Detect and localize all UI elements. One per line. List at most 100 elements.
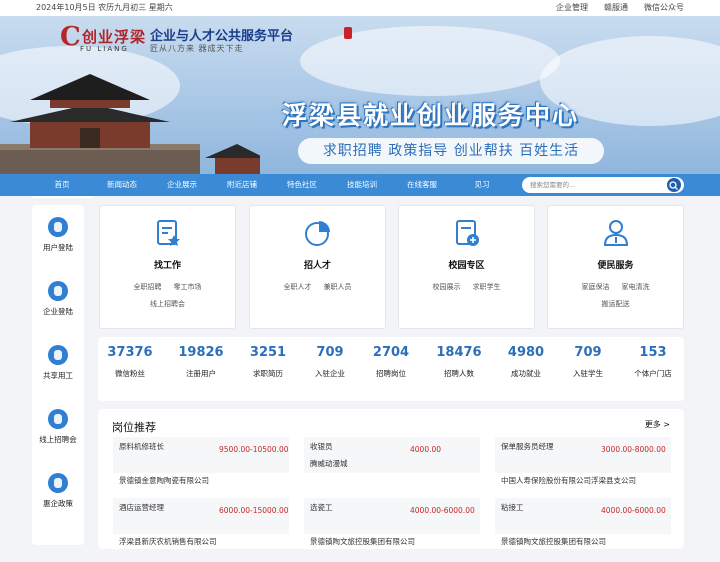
link-moving[interactable]: 搬运配送 [602, 300, 630, 308]
more-link[interactable]: 更多 > [645, 419, 670, 430]
stat-number: 709 [574, 345, 602, 360]
link-gig-market[interactable]: 零工市场 [174, 283, 202, 291]
stat-number: 19826 [178, 345, 224, 360]
stat-number: 18476 [436, 345, 482, 360]
sidebar-label: 惠企政策 [43, 499, 73, 508]
job-title: 原料机修班长 [119, 442, 164, 451]
job-card[interactable]: 酒店运营经理 6000.00-15000.00 浮梁县新庆农机销售有限公司 [113, 498, 289, 562]
logo-mark: C [60, 22, 81, 52]
job-company: 景德镇陶文旅控股集团有限公司 [501, 537, 606, 546]
logo-name: 创业浮梁 [82, 28, 147, 46]
card-hire-talent[interactable]: 招人才 全职人才 兼职人员 [249, 205, 386, 329]
sidebar-item-user-login[interactable]: 用户登陆 [32, 217, 84, 253]
stat-label: 微信粉丝 [115, 369, 145, 378]
link-parttime[interactable]: 兼职人员 [324, 283, 352, 291]
main-nav: 首页 新闻动态 企业展示 附近店铺 特色社区 技能培训 在线客服 见习 搜索您需… [0, 174, 720, 198]
stat-item: 37376 微信粉丝 [100, 345, 160, 379]
date-text: 2024年10月5日 农历九月初三 星期六 [36, 3, 173, 12]
nav-customer-service[interactable]: 在线客服 [392, 174, 452, 198]
nav-companies[interactable]: 企业展示 [152, 174, 212, 198]
stat-label: 求职简历 [253, 369, 283, 378]
top-link-ganfutong[interactable]: 赣服通 [604, 0, 628, 16]
stat-item: 4980 成功就业 [496, 345, 556, 379]
card-find-job[interactable]: 找工作 全职招聘 零工市场线上招聘会 [99, 205, 236, 329]
center-title: 浮梁县就业创业服务中心 [282, 101, 580, 130]
sidebar-item-policies[interactable]: 惠企政策 [32, 473, 84, 509]
top-links: 企业管理 赣服通 微信公众号 [556, 0, 684, 16]
sidebar-item-online-fair[interactable]: 线上招聘会 [32, 409, 84, 445]
job-company: 景德镇金意陶陶瓷有限公司 [119, 476, 209, 485]
job-title: 粘接工 [501, 503, 524, 512]
stat-number: 3251 [249, 345, 287, 360]
job-salary: 4000.00-6000.00 [410, 506, 475, 515]
stat-label: 招聘人数 [444, 369, 474, 378]
job-company: 浮梁县新庆农机销售有限公司 [119, 537, 217, 546]
nav-news[interactable]: 新闻动态 [92, 174, 152, 198]
card-convenience[interactable]: 便民服务 家庭保洁 家电清洗搬运配送 [547, 205, 684, 329]
seal-icon [344, 27, 352, 39]
search-icon [669, 181, 678, 190]
slogan: 匠从八方来 器成天下走 [150, 44, 244, 53]
job-salary: 9500.00-10500.00 [219, 445, 289, 454]
stat-item: 3251 求职简历 [238, 345, 298, 379]
document-star-icon [156, 220, 180, 246]
stat-number: 4980 [507, 345, 545, 360]
link-students[interactable]: 求职学生 [473, 283, 501, 291]
job-card[interactable]: 选瓷工 4000.00-6000.00 景德镇陶文旅控股集团有限公司 [304, 498, 480, 562]
job-card[interactable]: 收银员 4000.00 腾威动漫城 [304, 437, 480, 501]
shield-icon [48, 345, 68, 365]
job-card[interactable]: 原料机修班长 9500.00-10500.00 景德镇金意陶陶瓷有限公司 [113, 437, 289, 501]
link-fulltime[interactable]: 全职招聘 [134, 283, 162, 291]
nav-internship[interactable]: 见习 [452, 174, 512, 198]
stat-label: 入驻企业 [315, 369, 345, 378]
job-company: 中国人寿保险股份有限公司浮梁县支公司 [501, 476, 636, 485]
nav-training[interactable]: 技能培训 [332, 174, 392, 198]
building-icon [48, 281, 68, 301]
job-company: 腾威动漫城 [310, 459, 348, 468]
quick-sidebar: 用户登陆 企业登陆 共享用工 线上招聘会 惠企政策 [32, 205, 84, 545]
job-salary: 4000.00 [410, 445, 442, 454]
nav-community[interactable]: 特色社区 [272, 174, 332, 198]
sidebar-item-company-login[interactable]: 企业登陆 [32, 281, 84, 317]
search-button[interactable] [667, 178, 681, 192]
job-title: 收银员 [310, 442, 333, 451]
card-title: 便民服务 [597, 261, 634, 271]
search-input[interactable]: 搜索您需要的... [522, 177, 684, 193]
policy-icon [48, 473, 68, 493]
top-link-enterprise-admin[interactable]: 企业管理 [556, 0, 588, 16]
job-company: 景德镇陶文旅控股集团有限公司 [310, 537, 415, 546]
job-recommendations: 岗位推荐 更多 > 原料机修班长 9500.00-10500.00 景德镇金意陶… [98, 409, 684, 549]
stat-number: 709 [316, 345, 344, 360]
nav-nearby-shops[interactable]: 附近店铺 [212, 174, 272, 198]
pie-chart-icon [304, 221, 330, 246]
top-link-wechat[interactable]: 微信公众号 [644, 0, 684, 16]
job-card[interactable]: 保单服务员经理 3000.00-8000.00 中国人寿保险股份有限公司浮梁县支… [495, 437, 671, 501]
cloud-shape [300, 26, 560, 96]
sidebar-item-shared-labor[interactable]: 共享用工 [32, 345, 84, 381]
link-campus-show[interactable]: 校园展示 [433, 283, 461, 291]
link-fulltime-talent[interactable]: 全职人才 [284, 283, 312, 291]
job-salary: 6000.00-15000.00 [219, 506, 289, 515]
banner: C 创业浮梁 FU LIANG 企业与人才公共服务平台 匠从八方来 器成天下走 … [0, 16, 720, 174]
job-card[interactable]: 粘接工 4000.00-6000.00 景德镇陶文旅控股集团有限公司 [495, 498, 671, 562]
stat-label: 入驻学生 [573, 369, 603, 378]
stat-item: 18476 招聘人数 [429, 345, 489, 379]
stat-item: 709 入驻学生 [558, 345, 618, 379]
stat-label: 个体户门店 [634, 369, 672, 378]
stat-number: 153 [639, 345, 667, 360]
stat-label: 注册用户 [186, 369, 216, 378]
link-appliance[interactable]: 家电清洗 [622, 283, 650, 291]
stats-panel: 37376 微信粉丝 19826 注册用户 3251 求职简历 709 入驻企业 270… [98, 337, 684, 401]
job-salary: 4000.00-6000.00 [601, 506, 666, 515]
card-campus[interactable]: 校园专区 校园展示 求职学生 [398, 205, 535, 329]
user-icon [48, 217, 68, 237]
link-online-fair[interactable]: 线上招聘会 [150, 300, 185, 308]
nav-home[interactable]: 首页 [32, 174, 92, 198]
card-title: 找工作 [153, 261, 181, 271]
broadcast-icon [48, 409, 68, 429]
stat-item: 2704 招聘岗位 [361, 345, 421, 379]
job-title: 酒店运营经理 [119, 503, 164, 512]
card-title: 校园专区 [448, 261, 485, 271]
section-title: 岗位推荐 [112, 421, 156, 434]
link-cleaning[interactable]: 家庭保洁 [582, 283, 610, 291]
